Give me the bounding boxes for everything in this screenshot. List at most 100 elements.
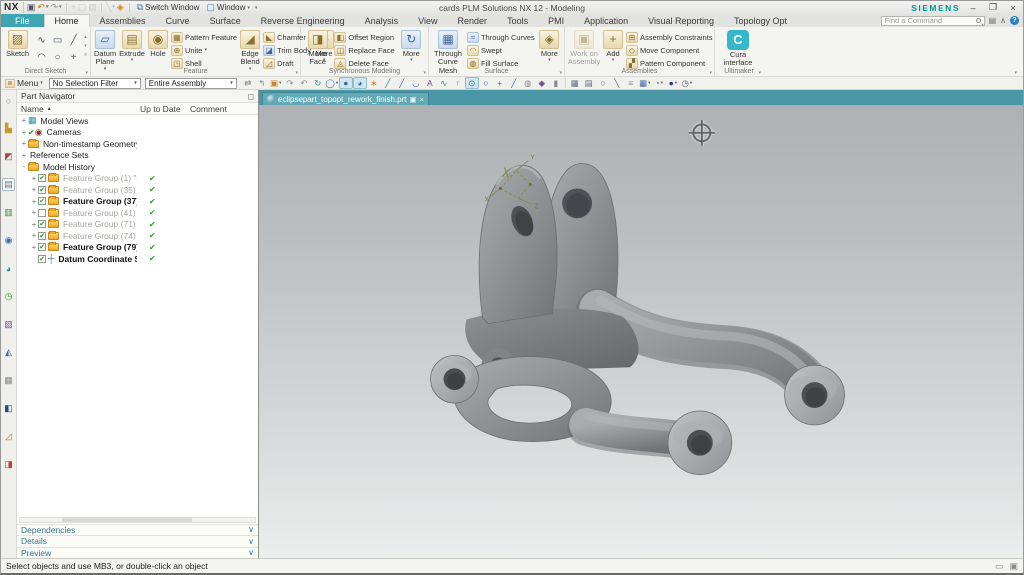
ribbon-options-caret[interactable]: ▾ [1014,70,1017,76]
expander-icon[interactable]: + [30,220,38,229]
tree-row[interactable]: +✔Feature Group (79) "C...✔ [17,242,258,254]
snap-arc-icon[interactable]: ◡ [409,77,423,89]
tree-row[interactable]: +✔Feature Group (1) "Or...✔ [17,173,258,185]
part-file-tab[interactable]: eclipsepart_topopt_rework_finish.prt ▣ × [262,92,429,105]
section-details[interactable]: Details∨ [17,535,258,547]
refresh-icon[interactable]: ↻ [311,77,325,89]
redo-icon[interactable]: ↷▾ [50,3,61,12]
close-tab-icon[interactable]: × [420,95,424,104]
close-button[interactable]: × [1006,3,1020,13]
tab-analysis[interactable]: Analysis [355,14,409,27]
snap-line-icon[interactable]: ╱ [381,77,395,89]
column-comment[interactable]: Comment [187,104,258,114]
tab-surface[interactable]: Surface [200,14,251,27]
tree-row[interactable]: +▦Model Views [17,115,258,127]
assembly-constraints-button[interactable]: ⊞Assembly Constraints [626,31,713,43]
visibility-checkbox[interactable] [38,209,46,217]
tab-reverse-engineering[interactable]: Reverse Engineering [251,14,355,27]
pan-icon[interactable]: ⇄ [241,77,255,89]
assembly-navigator-icon[interactable]: ▙ [2,122,15,135]
move-face-button[interactable]: ◨ Move Face [304,29,331,67]
menu-button[interactable]: ≣ Menu▾ [3,78,45,88]
tree-row[interactable]: +Feature Group (41) "R...✔ [17,207,258,219]
redo-view-icon[interactable]: ↷ [283,77,297,89]
horizontal-scrollbar[interactable] [19,517,256,523]
tree-row[interactable]: +Reference Sets [17,150,258,162]
layers-icon[interactable]: ≡ [624,77,638,89]
expander-icon[interactable]: + [20,116,28,125]
tab-topology-opt[interactable]: Topology Opt [724,14,797,27]
snap-point-icon[interactable]: + [493,77,507,89]
pin-tab-icon[interactable]: ▣ [410,95,417,104]
tab-curve[interactable]: Curve [156,14,200,27]
3d-viewport[interactable]: Y Z X [259,105,1023,558]
tree-row[interactable]: -Model History [17,161,258,173]
expander-icon[interactable]: + [30,231,38,240]
profile-icon[interactable]: ∿ [34,32,49,48]
status-monitor-icon[interactable]: ▣ [1009,561,1018,572]
edge-blend-button[interactable]: ◢ Edge Blend▾ [240,29,260,72]
minimize-button[interactable]: – [966,3,980,13]
snap-line2-icon[interactable]: ╱ [395,77,409,89]
snap-block-icon[interactable]: ▮ [549,77,563,89]
move-component-button[interactable]: ◇Move Component [626,44,713,56]
manufacturing-wizard-icon[interactable]: ◭ [2,346,15,359]
roles-icon[interactable]: ▦ [2,374,15,387]
history-icon[interactable]: ◷ [2,290,15,303]
visibility-checkbox[interactable]: ✔ [38,243,46,251]
copy-icon[interactable]: ▢ [78,3,87,12]
system-scenes-icon[interactable]: ◧ [2,402,15,415]
touch-icon[interactable]: ◈ [117,3,124,12]
direct-sketch-dialog-caret[interactable]: ▾ [85,70,88,76]
tree-row[interactable]: +✔Feature Group (37) "T...✔ [17,196,258,208]
expander-icon[interactable]: + [20,128,28,137]
extrude-button[interactable]: ▤ Extrude▾ [119,29,145,64]
expander-icon[interactable]: + [30,243,38,252]
restore-button[interactable]: ❐ [986,2,1000,13]
visibility-checkbox[interactable]: ✔ [38,232,46,240]
find-command-box[interactable]: Find a Command [881,16,985,26]
table-icon[interactable]: ▦▾ [638,77,652,89]
snap-diamond-icon[interactable]: ◆ [535,77,549,89]
image-icon[interactable]: ▤ [582,77,596,89]
cura-interface-button[interactable]: C Cura interface [718,29,758,68]
offset-region-button[interactable]: ◧Offset Region [334,31,394,43]
tree-row[interactable]: +Non-timestamp Geometry [17,138,258,150]
measure-icon[interactable]: ◿ [2,430,15,443]
sketch-button[interactable]: ▨ Sketch [4,29,31,58]
part-navigator-icon[interactable]: ▤ [2,178,15,191]
visibility-checkbox[interactable]: ✔ [38,220,46,228]
selection-filter-dropdown[interactable]: No Selection Filter▾ [49,78,141,89]
snap-slash-icon[interactable]: ╱ [507,77,521,89]
visibility-checkbox[interactable]: ✔ [38,197,46,205]
circle-icon[interactable]: ○ [50,49,65,65]
expander-icon[interactable]: + [30,185,38,194]
reorient-icon[interactable]: ↰ [255,77,269,89]
snap-center-icon[interactable]: ⊙ [465,77,479,89]
ribbon-options-icon[interactable]: ▤ [989,16,997,25]
tree-row[interactable]: +✔Feature Group (74) "X...✔ [17,230,258,242]
surface-dialog-caret[interactable]: ▾ [559,70,562,76]
snap-vertex-icon[interactable]: ↑ [451,77,465,89]
add-icon[interactable]: + [71,3,76,12]
capture-image-icon[interactable]: ▣▾ [269,77,283,89]
line-icon[interactable]: ╱ [66,32,81,48]
tab-view[interactable]: View [408,14,447,27]
expander-icon[interactable]: + [30,197,38,206]
arc-icon[interactable]: ◠ [34,49,49,65]
process-studio-icon[interactable]: ▧ [2,318,15,331]
lasso-icon[interactable]: ◯▾ [325,77,339,89]
tab-render[interactable]: Render [448,14,498,27]
constraint-navigator-icon[interactable]: ◩ [2,150,15,163]
minimize-ribbon-icon[interactable]: ∧ [1000,16,1006,25]
visibility-checkbox[interactable]: ✔ [38,186,46,194]
add-component-button[interactable]: + Add▾ [603,29,623,64]
tab-assemblies[interactable]: Assemblies [90,14,156,27]
pie-icon[interactable]: ◔▾ [652,77,666,89]
tree-row[interactable]: +✔Feature Group (35) "T...✔ [17,184,258,196]
visibility-checkbox[interactable]: ✔ [38,255,46,263]
tab-tools[interactable]: Tools [497,14,538,27]
section-preview[interactable]: Preview∨ [17,547,258,559]
help-icon[interactable]: ? [1010,16,1019,25]
selection-scope-dropdown[interactable]: Entire Assembly▾ [145,78,237,89]
